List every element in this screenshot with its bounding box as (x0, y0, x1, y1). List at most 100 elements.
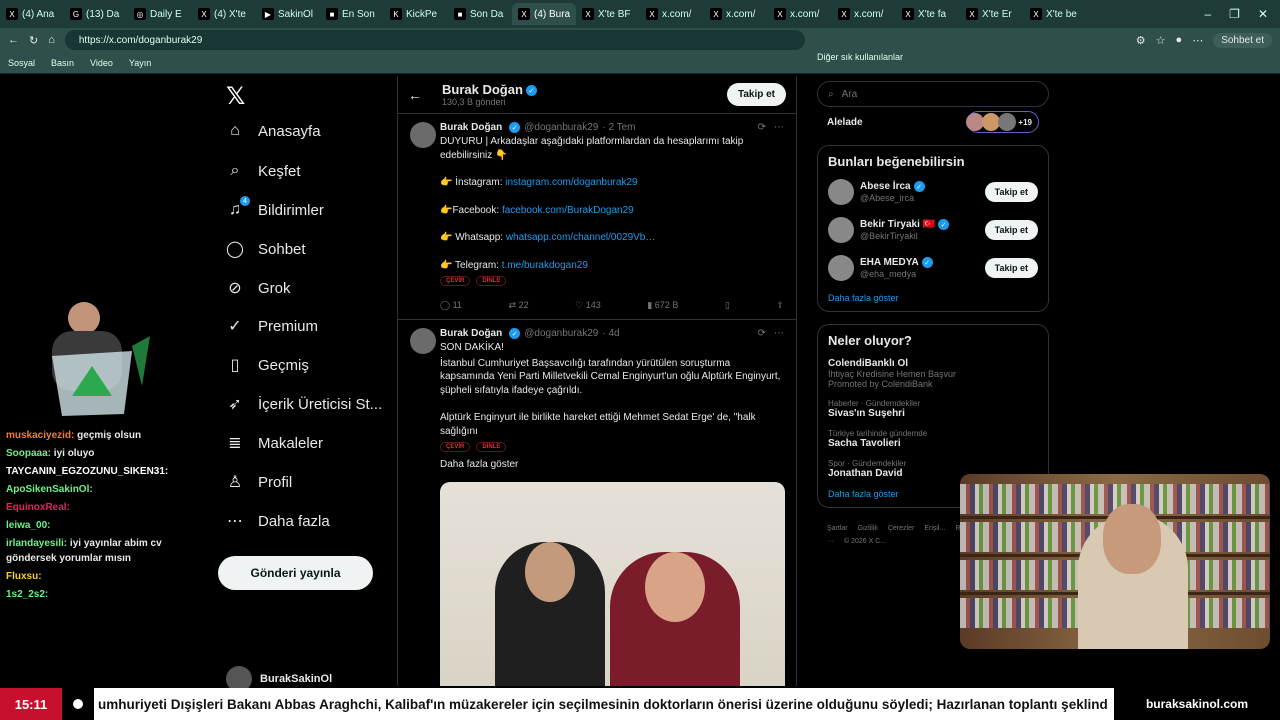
nav-item[interactable]: ♫ 4 Bildirimler (226, 196, 324, 219)
browser-tab[interactable]: X X'te be (1024, 3, 1088, 25)
suggestion-row[interactable]: Abese İrca ✓ @Abese_irca Takip et (828, 179, 1038, 205)
share-icon[interactable]: ⇪ (776, 300, 784, 311)
minimize-icon[interactable]: – (1204, 7, 1211, 21)
footer-link[interactable]: Gizlilik (858, 525, 878, 532)
browser-tab[interactable]: Xx.com/ (832, 3, 896, 25)
footer-link[interactable]: © 2026 X C... (844, 538, 886, 545)
footer-link[interactable]: Şartlar (827, 525, 848, 532)
back-arrow-icon[interactable]: ← (408, 87, 422, 103)
bookmark-folder[interactable]: Video (90, 58, 113, 68)
tweet-author[interactable]: Burak Doğan (440, 328, 502, 339)
bookmark-icon[interactable]: ▯ (725, 300, 730, 311)
avatar[interactable] (828, 179, 854, 205)
extensions-icon[interactable]: ⚙ (1136, 34, 1146, 47)
tweet-author[interactable]: Burak Doğan (440, 122, 502, 133)
repost-button[interactable]: ⇄ 22 (509, 300, 529, 311)
footer-link[interactable]: Erişil... (924, 525, 945, 532)
browser-tab[interactable]: X (4) X'te (192, 3, 256, 25)
browser-tab[interactable]: ■ Son Da (448, 3, 512, 25)
trend-item[interactable]: ColendiBanklı Ol İhtiyaç Kredisine Hemen … (828, 358, 1038, 389)
like-button[interactable]: ♡ 143 (575, 300, 601, 311)
trend-item[interactable]: Haberler · Gündemdekiler Sivas'ın Suşehri (828, 399, 1038, 419)
follow-button[interactable]: Takip et (984, 220, 1038, 240)
listen-pill[interactable]: DİNLE (476, 276, 507, 286)
favorite-star-icon[interactable]: ☆ (1156, 34, 1166, 47)
avatar-stack[interactable]: +19 (966, 111, 1039, 133)
post-button[interactable]: Gönderi yayınla (218, 556, 373, 590)
facebook-link[interactable]: facebook.com/BurakDogan29 (502, 205, 634, 216)
listen-pill[interactable]: DİNLE (476, 442, 507, 452)
avatar[interactable] (410, 122, 436, 148)
follow-button[interactable]: Takip et (984, 258, 1038, 278)
grok-icon[interactable]: ⟳ (758, 328, 766, 339)
close-icon[interactable]: ✕ (1258, 7, 1268, 21)
instagram-link[interactable]: instagram.com/doganburak29 (505, 177, 637, 188)
browser-tab[interactable]: X X'te fa (896, 3, 960, 25)
follow-button[interactable]: Takip et (726, 83, 786, 106)
tweet[interactable]: Burak Doğan ✓ @doganburak29 · 2 Tem ⟳ ⋯ D… (398, 114, 796, 320)
whatsapp-link[interactable]: whatsapp.com/channel/0029Vb… (506, 232, 656, 243)
nav-item[interactable]: ◯ Sohbet (226, 240, 306, 259)
reply-button[interactable]: ◯ 11 (440, 300, 462, 311)
follow-button[interactable]: Takip et (984, 182, 1038, 202)
back-icon[interactable]: ← (8, 34, 19, 46)
suggestion-name[interactable]: Bekir Tiryaki 🇹🇷 (860, 220, 935, 231)
avatar[interactable] (410, 328, 436, 354)
suggestion-row[interactable]: EHA MEDYA ✓ @eha_medya Takip et (828, 255, 1038, 281)
more-icon[interactable]: ⋯ (774, 328, 784, 339)
profile-avatar[interactable]: ● (1176, 34, 1183, 46)
browser-tab[interactable]: K KickPe (384, 3, 448, 25)
translate-pill[interactable]: ÇEVİR (440, 276, 471, 286)
tweet-photo[interactable] (440, 481, 785, 686)
bookmark-folder[interactable]: Basın (51, 58, 74, 68)
trend-item[interactable]: Türkiye tarihinde gündemde Sacha Tavolier… (828, 429, 1038, 449)
community-row[interactable]: Alelade +19 (817, 111, 1049, 133)
avatar[interactable] (828, 217, 854, 243)
url-field[interactable]: https://x.com/doganburak29 (64, 30, 805, 50)
suggestion-row[interactable]: Bekir Tiryaki 🇹🇷 ✓ @BekirTiryakil Takip et (828, 217, 1038, 243)
nav-item[interactable]: ♙ Profil (226, 473, 292, 492)
browser-tab[interactable]: X X'te BF (576, 3, 640, 25)
nav-item[interactable]: ➶ İçerik Üreticisi St... (226, 395, 382, 414)
other-bookmarks[interactable]: Diğer sık kullanılanlar (817, 52, 1049, 62)
nav-item[interactable]: ⌂ Anasayfa (226, 122, 320, 140)
show-more-link[interactable]: Daha fazla göster (828, 293, 1038, 303)
browser-tab[interactable]: ▶ SakinOl (256, 3, 320, 25)
nav-item[interactable]: ⊘ Grok (226, 279, 290, 298)
nav-item[interactable]: ≣ Makaleler (226, 434, 323, 453)
nav-item[interactable]: ⌕ Keşfet (226, 162, 301, 180)
menu-icon[interactable]: ⋯ (1192, 34, 1203, 47)
x-logo-icon[interactable]: 𝕏 (226, 82, 245, 111)
bookmark-folder[interactable]: Yayın (129, 58, 151, 68)
suggestion-name[interactable]: EHA MEDYA (860, 258, 919, 269)
browser-tab[interactable]: Xx.com/ (640, 3, 704, 25)
telegram-link[interactable]: t.me/burakdogan29 (502, 260, 588, 271)
more-icon[interactable]: ⋯ (774, 122, 784, 133)
footer-link[interactable]: Çerezler (888, 525, 914, 532)
tweet-time[interactable]: · 2 Tem (602, 122, 635, 133)
browser-tab[interactable]: ◎ Daily E (128, 3, 192, 25)
browser-tab[interactable]: X (4) Ana (0, 3, 64, 25)
tweet-handle[interactable]: @doganburak29 (524, 122, 598, 133)
bookmark-folder[interactable]: Sosyal (8, 58, 35, 68)
nav-item[interactable]: ▯ Geçmiş (226, 356, 309, 375)
search-input[interactable]: ⌕ Ara (817, 81, 1049, 107)
translate-pill[interactable]: ÇEVİR (440, 442, 471, 452)
browser-tab[interactable]: ■ En Son (320, 3, 384, 25)
browser-tab[interactable]: G (13) Da (64, 3, 128, 25)
reload-icon[interactable]: ↻ (29, 34, 38, 47)
maximize-icon[interactable]: ❐ (1229, 7, 1240, 21)
views-button[interactable]: ▮ 672 B (647, 300, 678, 311)
tweet-handle[interactable]: @doganburak29 (524, 328, 598, 339)
browser-tab[interactable]: Xx.com/ (768, 3, 832, 25)
avatar[interactable] (828, 255, 854, 281)
home-icon[interactable]: ⌂ (48, 34, 55, 46)
browser-tab[interactable]: Xx.com/ (704, 3, 768, 25)
grok-icon[interactable]: ⟳ (758, 122, 766, 133)
browser-tab[interactable]: X X'te Er (960, 3, 1024, 25)
chat-button[interactable]: Sohbet et (1213, 32, 1272, 48)
suggestion-name[interactable]: Abese İrca (860, 182, 911, 193)
nav-item[interactable]: ⋯ Daha fazla (226, 512, 330, 531)
tweet-time[interactable]: · 4d (602, 328, 619, 339)
tweet[interactable]: Burak Doğan ✓ @doganburak29 · 4d ⟳ ⋯ SON … (398, 320, 796, 686)
